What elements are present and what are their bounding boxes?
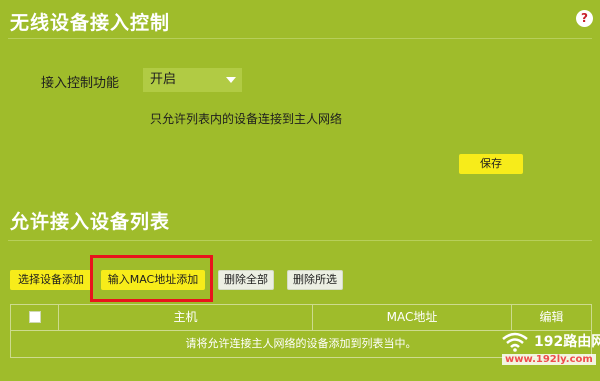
watermark-url: www.192ly.com <box>502 354 596 365</box>
select-all-checkbox[interactable] <box>28 310 41 323</box>
question-mark-icon[interactable]: ? <box>576 10 593 27</box>
delete-selected-button[interactable]: 删除所选 <box>287 270 343 290</box>
watermark-name: 192路由网 <box>534 334 600 350</box>
column-header-host: 主机 <box>58 305 312 330</box>
allowed-devices-list-title: 允许接入设备列表 <box>10 211 171 233</box>
save-button[interactable]: 保存 <box>459 154 523 174</box>
delete-all-button[interactable]: 删除全部 <box>218 270 274 290</box>
title-divider <box>8 38 592 39</box>
select-device-add-button[interactable]: 选择设备添加 <box>10 270 92 290</box>
site-watermark: 192路由网 www.192ly.com <box>498 329 600 379</box>
highlight-annotation-box <box>90 255 213 302</box>
chevron-down-icon <box>226 77 236 83</box>
select-all-cell <box>11 305 58 330</box>
column-header-mac: MAC地址 <box>312 305 511 330</box>
access-control-label: 接入控制功能 <box>41 76 120 91</box>
wireless-access-control-title: 无线设备接入控制 <box>10 12 171 34</box>
list-divider <box>8 240 592 241</box>
wifi-icon <box>502 332 528 352</box>
column-header-edit: 编辑 <box>511 305 591 330</box>
access-control-select[interactable]: 开启 <box>143 68 242 92</box>
access-control-hint: 只允许列表内的设备连接到主人网络 <box>150 112 343 126</box>
table-header-row: 主机 MAC地址 编辑 <box>11 305 591 331</box>
access-control-value: 开启 <box>150 72 177 87</box>
